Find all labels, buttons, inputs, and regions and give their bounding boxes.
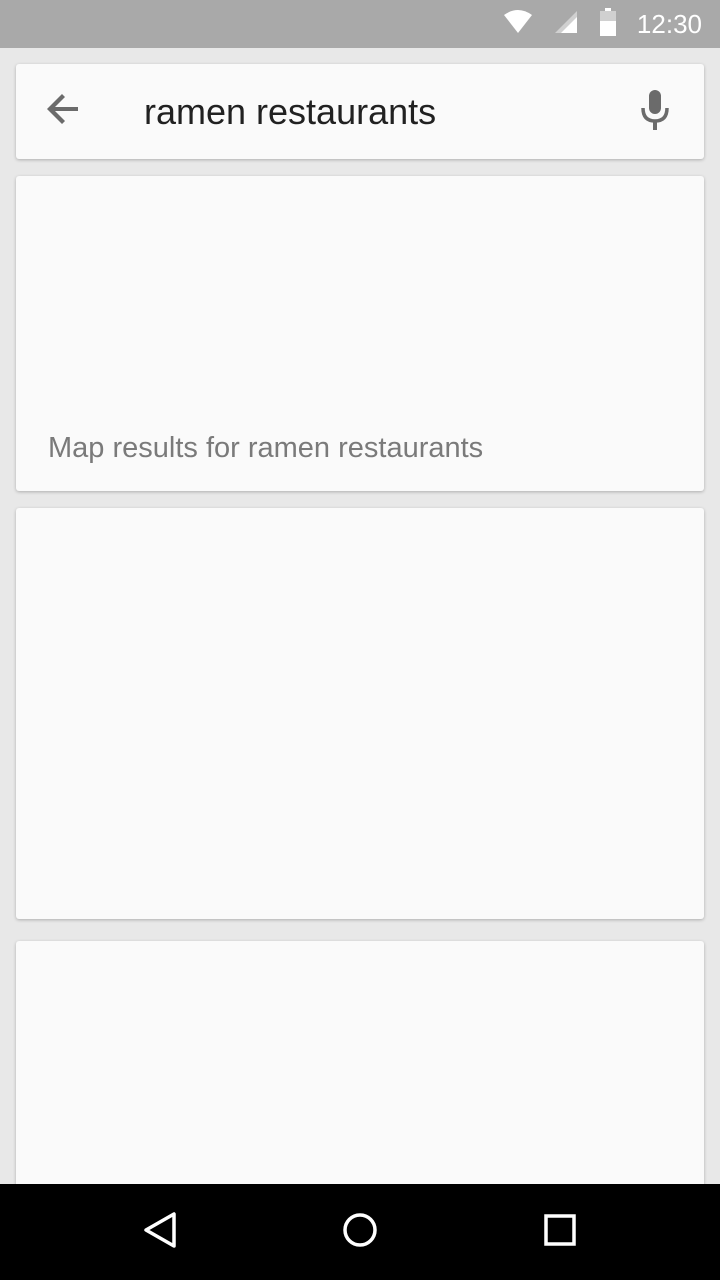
nav-home-button[interactable] [336,1208,384,1256]
screen: 12:30 Map results for ramen restaurant [0,0,720,1280]
navigation-bar [0,1184,720,1280]
status-time: 12:30 [636,8,702,39]
microphone-icon [640,89,670,135]
back-button[interactable] [44,91,84,131]
nav-home-icon [340,1210,380,1255]
search-input[interactable] [144,86,604,138]
result-card[interactable] [16,941,704,1201]
battery-icon [599,7,617,41]
arrow-back-icon [46,91,82,132]
nav-recent-apps-button[interactable] [536,1208,584,1256]
wifi-icon [503,9,533,40]
map-results-card[interactable]: Map results for ramen restaurants [16,176,704,491]
status-icons: 12:30 [503,0,702,48]
result-card[interactable] [16,508,704,919]
cell-signal-icon [553,9,579,40]
search-bar [16,64,704,159]
status-bar: 12:30 [0,0,720,48]
map-results-caption: Map results for ramen restaurants [48,432,484,464]
microphone-button[interactable] [634,89,676,135]
nav-back-button[interactable] [136,1208,184,1256]
nav-back-icon [140,1210,180,1255]
nav-recent-apps-icon [540,1210,580,1255]
